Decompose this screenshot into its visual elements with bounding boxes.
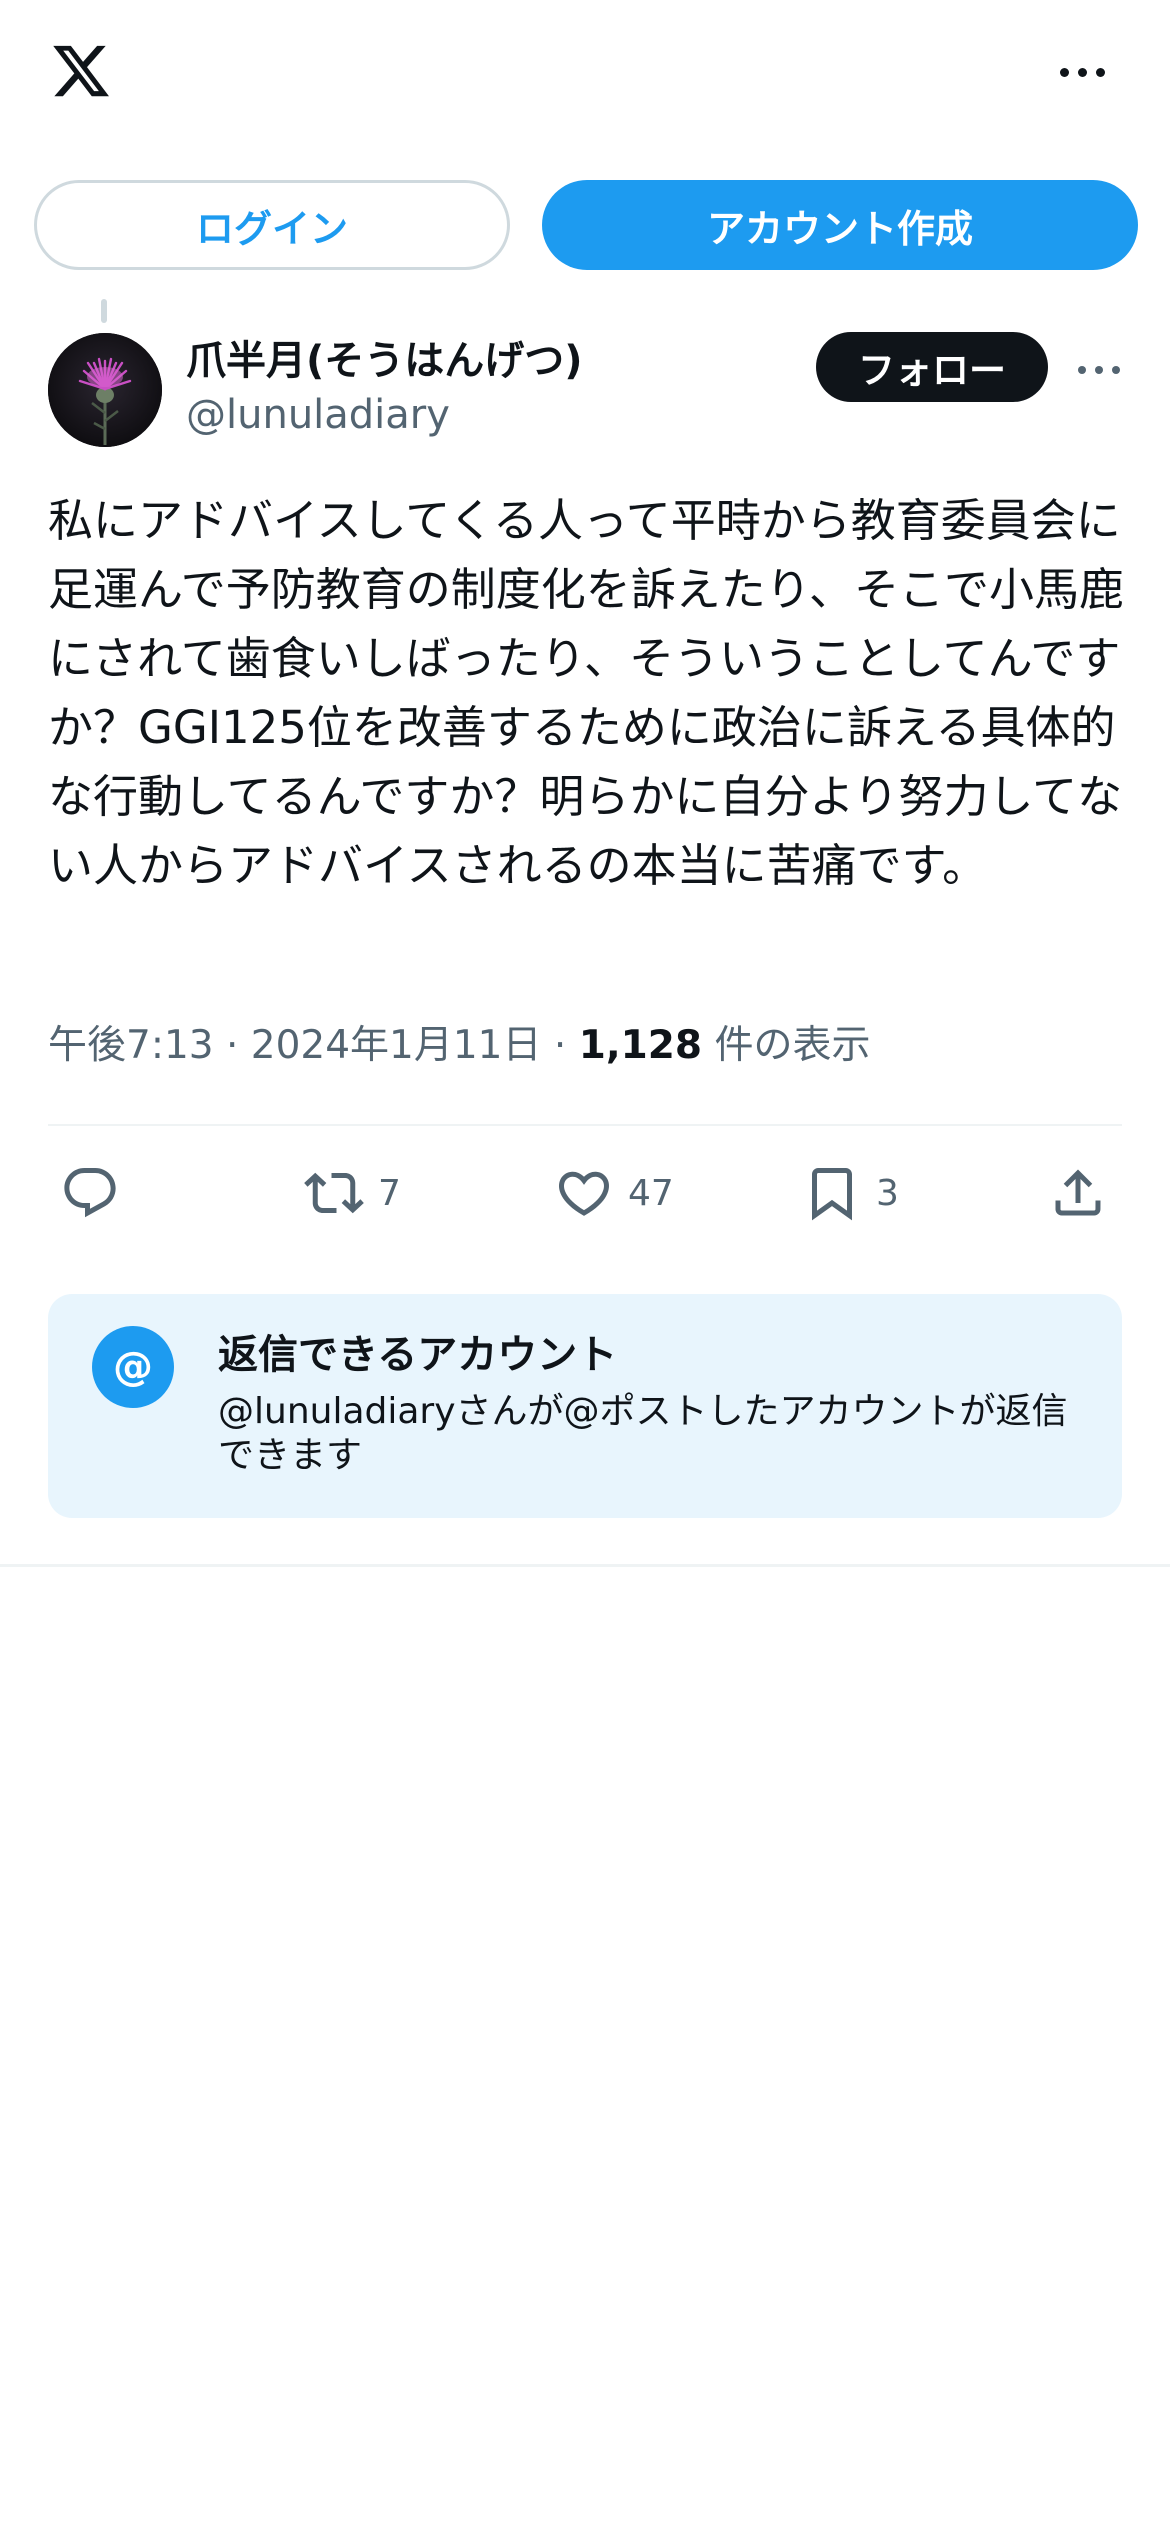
login-button[interactable]: ログイン	[34, 180, 510, 270]
like-button[interactable]: 47	[554, 1163, 674, 1223]
meta-separator: ·	[213, 1023, 251, 1068]
create-account-button[interactable]: アカウント作成	[542, 180, 1138, 270]
divider	[0, 1564, 1170, 1567]
author-handle[interactable]: @lunuladiary	[186, 392, 450, 438]
reply-restriction-title: 返信できるアカウント	[218, 1332, 618, 1378]
reply-icon	[64, 1168, 116, 1218]
repost-count: 7	[378, 1172, 401, 1214]
heart-icon	[558, 1171, 610, 1216]
tweet-metadata: 午後7:13 · 2024年1月11日 · 1,128 件の表示	[48, 1014, 870, 1070]
bookmark-icon	[812, 1168, 852, 1221]
author-display-name[interactable]: 爪半月(そうはんげつ)	[186, 328, 583, 386]
reply-restriction-description: @lunuladiaryさんが@ポストしたアカウントが返信できます	[218, 1391, 1068, 1476]
bookmark-count: 3	[876, 1172, 899, 1214]
share-icon	[1055, 1169, 1101, 1216]
tweet-date[interactable]: 2024年1月11日	[251, 1023, 542, 1068]
share-button[interactable]	[1048, 1163, 1108, 1223]
bookmark-button[interactable]: 3	[802, 1163, 899, 1223]
views-label: 件の表示	[702, 1023, 871, 1068]
at-sign-icon: @	[92, 1326, 174, 1408]
divider	[48, 1124, 1122, 1126]
more-options-icon[interactable]	[1058, 58, 1110, 86]
follow-button[interactable]: フォロー	[816, 332, 1048, 402]
views-count: 1,128	[578, 1023, 703, 1068]
repost-button[interactable]: 7	[304, 1163, 401, 1223]
tweet-text: 私にアドバイスしてくる人って平時から教育委員会に足運んで予防教育の制度化を訴えた…	[48, 494, 1124, 892]
tweet-time[interactable]: 午後7:13	[48, 1023, 214, 1068]
repost-icon	[304, 1172, 364, 1214]
tweet-more-icon[interactable]	[1074, 356, 1126, 384]
thread-connector	[101, 299, 107, 323]
like-count: 47	[628, 1172, 674, 1214]
avatar[interactable]	[48, 333, 162, 447]
reply-button[interactable]	[60, 1163, 120, 1223]
x-logo-icon[interactable]	[48, 40, 114, 102]
meta-separator: ·	[541, 1023, 579, 1068]
